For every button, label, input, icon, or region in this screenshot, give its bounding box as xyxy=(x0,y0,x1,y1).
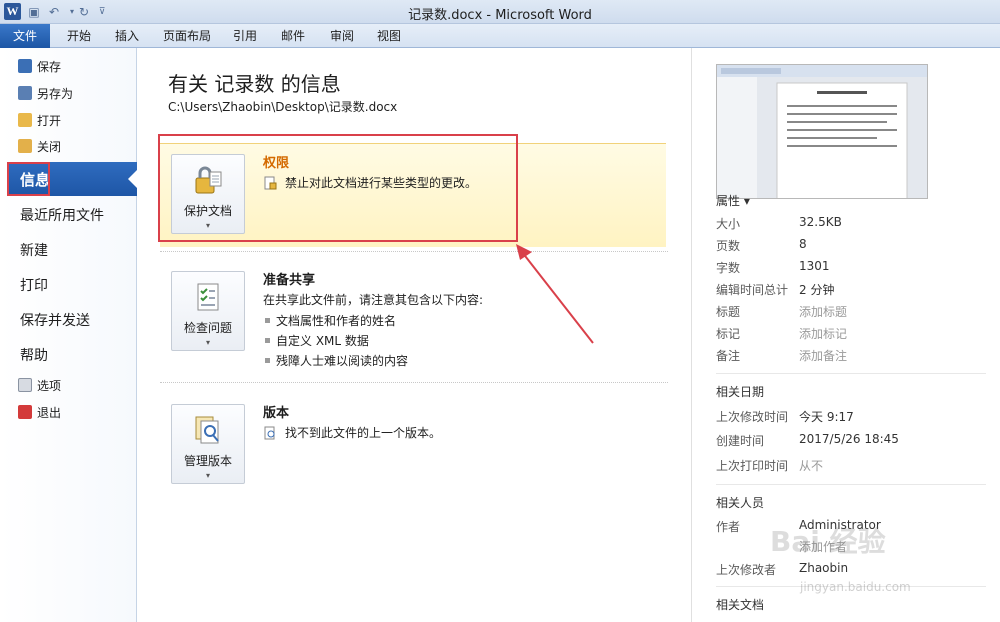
open-folder-icon xyxy=(18,113,32,127)
nav-save-label: 保存 xyxy=(37,59,62,74)
tab-insert[interactable]: 插入 xyxy=(115,24,139,48)
info-panel: 有关 记录数 的信息 C:\Users\Zhaobin\Desktop\记录数.… xyxy=(138,48,690,622)
prop-key: 作者 xyxy=(716,520,741,534)
list-item-text: 文档属性和作者的姓名 xyxy=(276,314,397,328)
prop-key: 页数 xyxy=(716,239,741,253)
options-icon xyxy=(18,378,32,392)
nav-save-send[interactable]: 保存并发送 xyxy=(20,310,90,330)
tab-page-layout[interactable]: 页面布局 xyxy=(163,24,211,48)
nav-open[interactable]: 打开 xyxy=(18,110,61,130)
list-item: 文档属性和作者的姓名 xyxy=(263,312,396,329)
nav-save-as-label: 另存为 xyxy=(37,86,74,101)
add-title-field[interactable]: 添加标题 xyxy=(799,303,847,320)
manage-versions-button[interactable]: 管理版本 ▾ xyxy=(171,404,245,484)
ribbon-tabs: 文件 开始 插入 页面布局 引用 邮件 审阅 视图 xyxy=(0,24,1000,48)
versions-title: 版本 xyxy=(263,406,290,421)
prop-key: 上次修改时间 xyxy=(716,410,789,424)
tab-view[interactable]: 视图 xyxy=(377,24,401,48)
divider xyxy=(716,373,986,374)
list-item-text: 自定义 XML 数据 xyxy=(276,334,369,348)
divider xyxy=(716,484,986,485)
bullet-icon xyxy=(265,318,270,323)
versions-section: 管理版本 ▾ 版本 找不到此文件的上一个版本。 xyxy=(160,394,666,494)
close-folder-icon xyxy=(18,139,32,153)
check-issues-button[interactable]: 检查问题 ▾ xyxy=(171,271,245,351)
prop-value: Zhaobin xyxy=(799,561,849,575)
window-title: 记录数.docx - Microsoft Word xyxy=(408,8,592,23)
add-comments-field[interactable]: 添加备注 xyxy=(799,347,847,364)
prop-key: 上次修改者 xyxy=(716,563,777,577)
prop-key: 标记 xyxy=(716,327,741,341)
nav-open-label: 打开 xyxy=(37,113,62,128)
prop-key: 字数 xyxy=(716,261,741,275)
exit-icon xyxy=(18,405,32,419)
page-title: 有关 记录数 的信息 xyxy=(168,72,341,96)
nav-exit[interactable]: 退出 xyxy=(18,402,61,422)
annotation-arrow xyxy=(516,244,594,344)
chevron-down-icon: ▾ xyxy=(205,471,210,480)
tab-mailings[interactable]: 邮件 xyxy=(281,24,305,48)
add-tags-field[interactable]: 添加标记 xyxy=(799,325,847,342)
dates-header: 相关日期 xyxy=(716,385,765,399)
nav-new[interactable]: 新建 xyxy=(20,240,48,260)
watermark-url: jingyan.baidu.com xyxy=(800,580,911,594)
prepare-sharing-intro: 在共享此文件前，请注意其包含以下内容: xyxy=(263,293,484,307)
save-icon xyxy=(18,59,32,73)
prop-value: 今天 9:17 xyxy=(799,410,854,424)
watermark: Bai 经验 xyxy=(770,525,886,558)
prop-key: 标题 xyxy=(716,305,741,319)
chevron-down-icon: ▾ xyxy=(205,338,210,347)
nav-help[interactable]: 帮助 xyxy=(20,345,48,365)
tab-references[interactable]: 引用 xyxy=(233,24,257,48)
nav-close[interactable]: 关闭 xyxy=(18,136,61,156)
checklist-icon xyxy=(192,281,224,313)
nav-save[interactable]: 保存 xyxy=(18,56,61,76)
prop-key: 编辑时间总计 xyxy=(716,283,789,297)
backstage-nav: 保存 另存为 打开 关闭 信息 最近所用文件 新建 打印 保存并发送 帮助 选项… xyxy=(0,48,138,622)
nav-save-as[interactable]: 另存为 xyxy=(18,83,73,103)
prop-value: 2017/5/26 18:45 xyxy=(799,432,899,446)
prop-value: 1301 xyxy=(799,259,830,273)
properties-header[interactable]: 属性 ▾ xyxy=(716,192,750,209)
tab-file[interactable]: 文件 xyxy=(0,24,50,48)
annotation-box-permissions xyxy=(158,134,518,242)
document-search-icon xyxy=(264,426,275,439)
nav-options[interactable]: 选项 xyxy=(18,375,61,395)
bullet-icon xyxy=(265,338,270,343)
prop-key: 备注 xyxy=(716,349,741,363)
versions-text: 找不到此文件的上一个版本。 xyxy=(285,426,442,440)
save-as-icon xyxy=(18,86,32,100)
prop-value: 2 分钟 xyxy=(799,283,835,297)
prop-value: 32.5KB xyxy=(799,215,842,229)
related-docs-header: 相关文档 xyxy=(716,598,765,612)
prop-value: 8 xyxy=(799,237,807,251)
annotation-box-info xyxy=(7,162,50,196)
bullet-icon xyxy=(265,358,270,363)
nav-options-label: 选项 xyxy=(37,378,62,393)
prop-key: 上次打印时间 xyxy=(716,459,789,473)
tab-home[interactable]: 开始 xyxy=(67,24,91,48)
prop-key: 创建时间 xyxy=(716,434,765,448)
versions-line: 找不到此文件的上一个版本。 xyxy=(263,424,441,441)
file-path: C:\Users\Zhaobin\Desktop\记录数.docx xyxy=(168,100,398,114)
title-bar: W ▣ ↶ ▾ ↻ ⊽ 记录数.docx - Microsoft Word xyxy=(0,0,1000,24)
list-item: 残障人士难以阅读的内容 xyxy=(263,352,408,369)
tab-review[interactable]: 审阅 xyxy=(330,24,354,48)
prepare-sharing-title: 准备共享 xyxy=(263,273,316,288)
nav-exit-label: 退出 xyxy=(37,405,62,420)
nav-close-label: 关闭 xyxy=(37,139,62,154)
document-thumbnail[interactable] xyxy=(716,64,928,199)
document-search-icon xyxy=(192,414,224,446)
nav-recent[interactable]: 最近所用文件 xyxy=(20,205,104,225)
nav-print[interactable]: 打印 xyxy=(20,275,48,295)
active-pointer-arrow xyxy=(128,169,138,189)
prop-value: 从不 xyxy=(799,459,824,473)
manage-versions-label: 管理版本 xyxy=(183,454,232,468)
list-item-text: 残障人士难以阅读的内容 xyxy=(276,354,409,368)
prop-key: 大小 xyxy=(716,217,741,231)
section-divider xyxy=(160,382,668,383)
check-issues-label: 检查问题 xyxy=(183,321,232,335)
people-header: 相关人员 xyxy=(716,496,765,510)
list-item: 自定义 XML 数据 xyxy=(263,332,369,349)
